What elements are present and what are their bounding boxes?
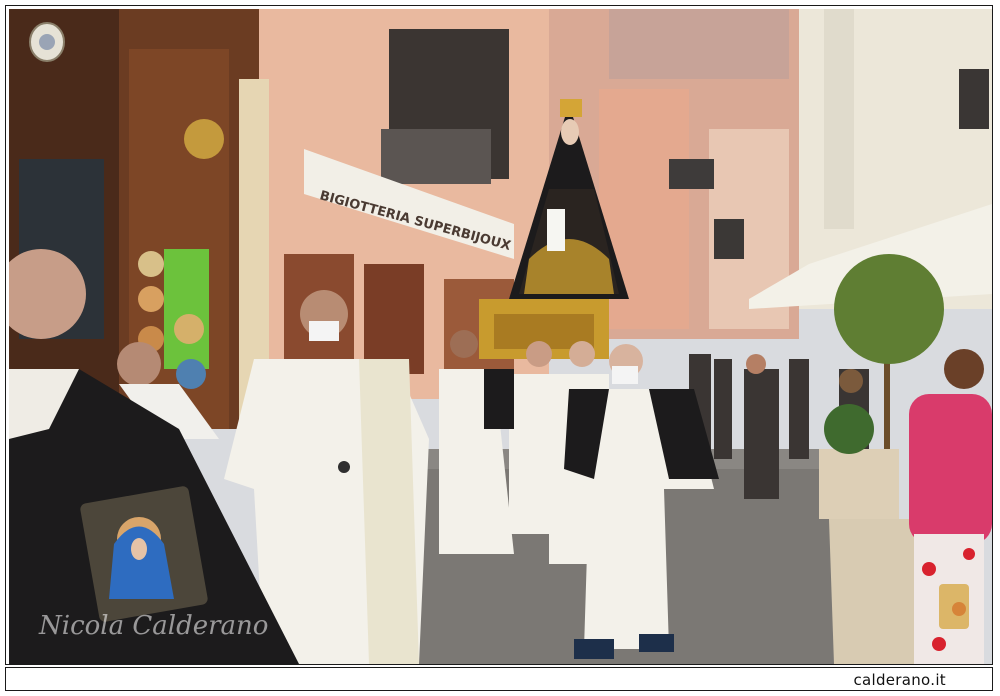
gold-crest-watermark xyxy=(939,584,969,629)
signature-watermark: Nicola Calderano xyxy=(38,611,268,641)
procession-scene: BIGIOTTERIA SUPERBIJOUX Nicola Calderano xyxy=(9,9,992,664)
potted-tree xyxy=(834,254,944,364)
site-credit: calderano.it xyxy=(853,671,946,689)
woman-pink-shirt xyxy=(909,394,992,544)
caption-bar xyxy=(5,667,993,691)
crest-logo xyxy=(29,22,65,62)
ceramic-display xyxy=(164,249,209,369)
procession-photo: BIGIOTTERIA SUPERBIJOUX Nicola Calderano xyxy=(9,9,992,664)
stone-planter xyxy=(829,519,919,664)
